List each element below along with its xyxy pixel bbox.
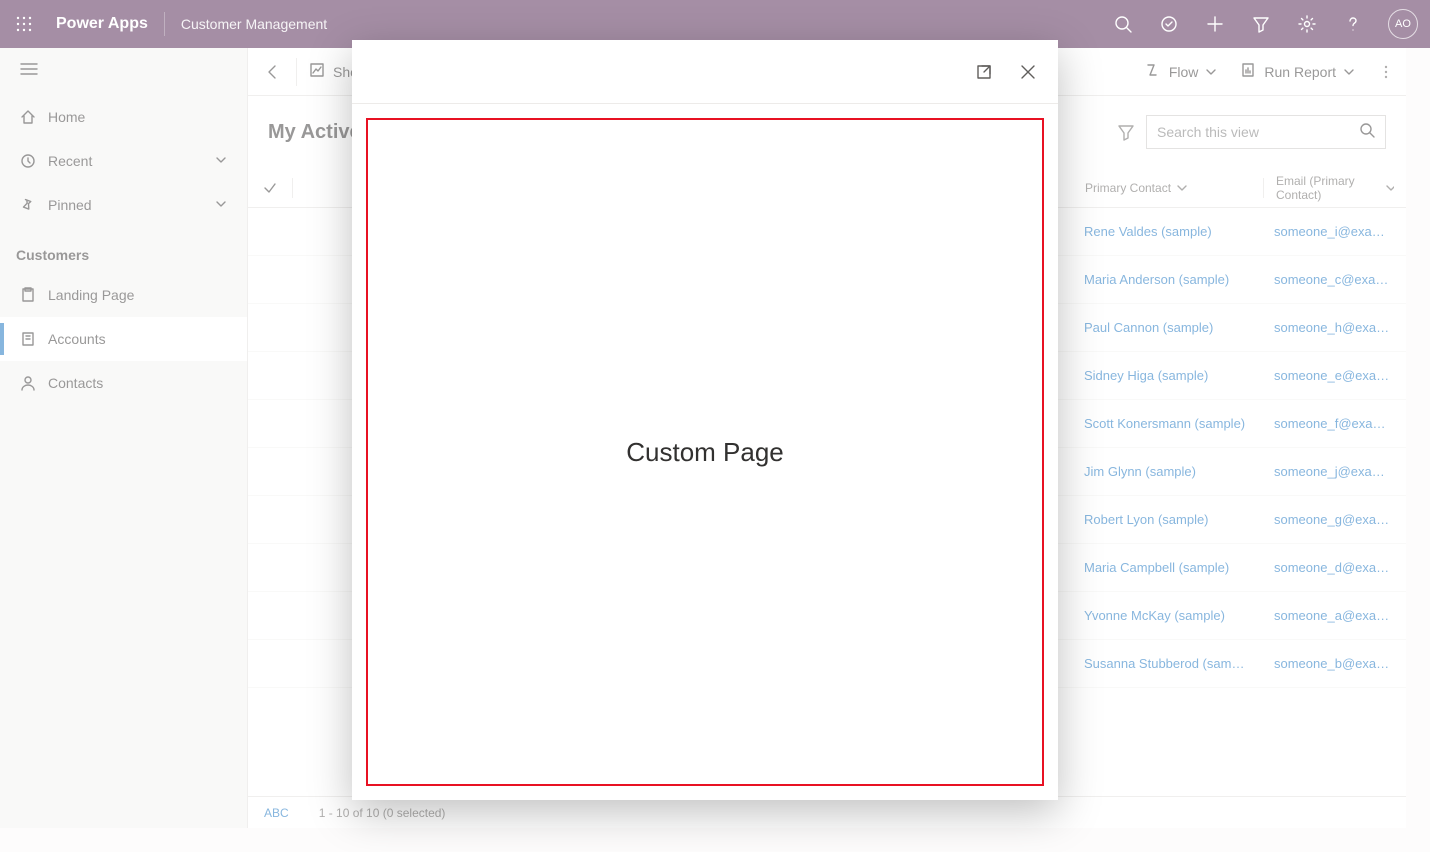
- close-icon[interactable]: [1014, 58, 1042, 86]
- custom-page-dialog: Custom Page: [352, 40, 1058, 800]
- custom-page-label: Custom Page: [626, 437, 784, 468]
- custom-page-frame: Custom Page: [366, 118, 1044, 786]
- expand-icon[interactable]: [970, 58, 998, 86]
- dialog-header: [352, 40, 1058, 104]
